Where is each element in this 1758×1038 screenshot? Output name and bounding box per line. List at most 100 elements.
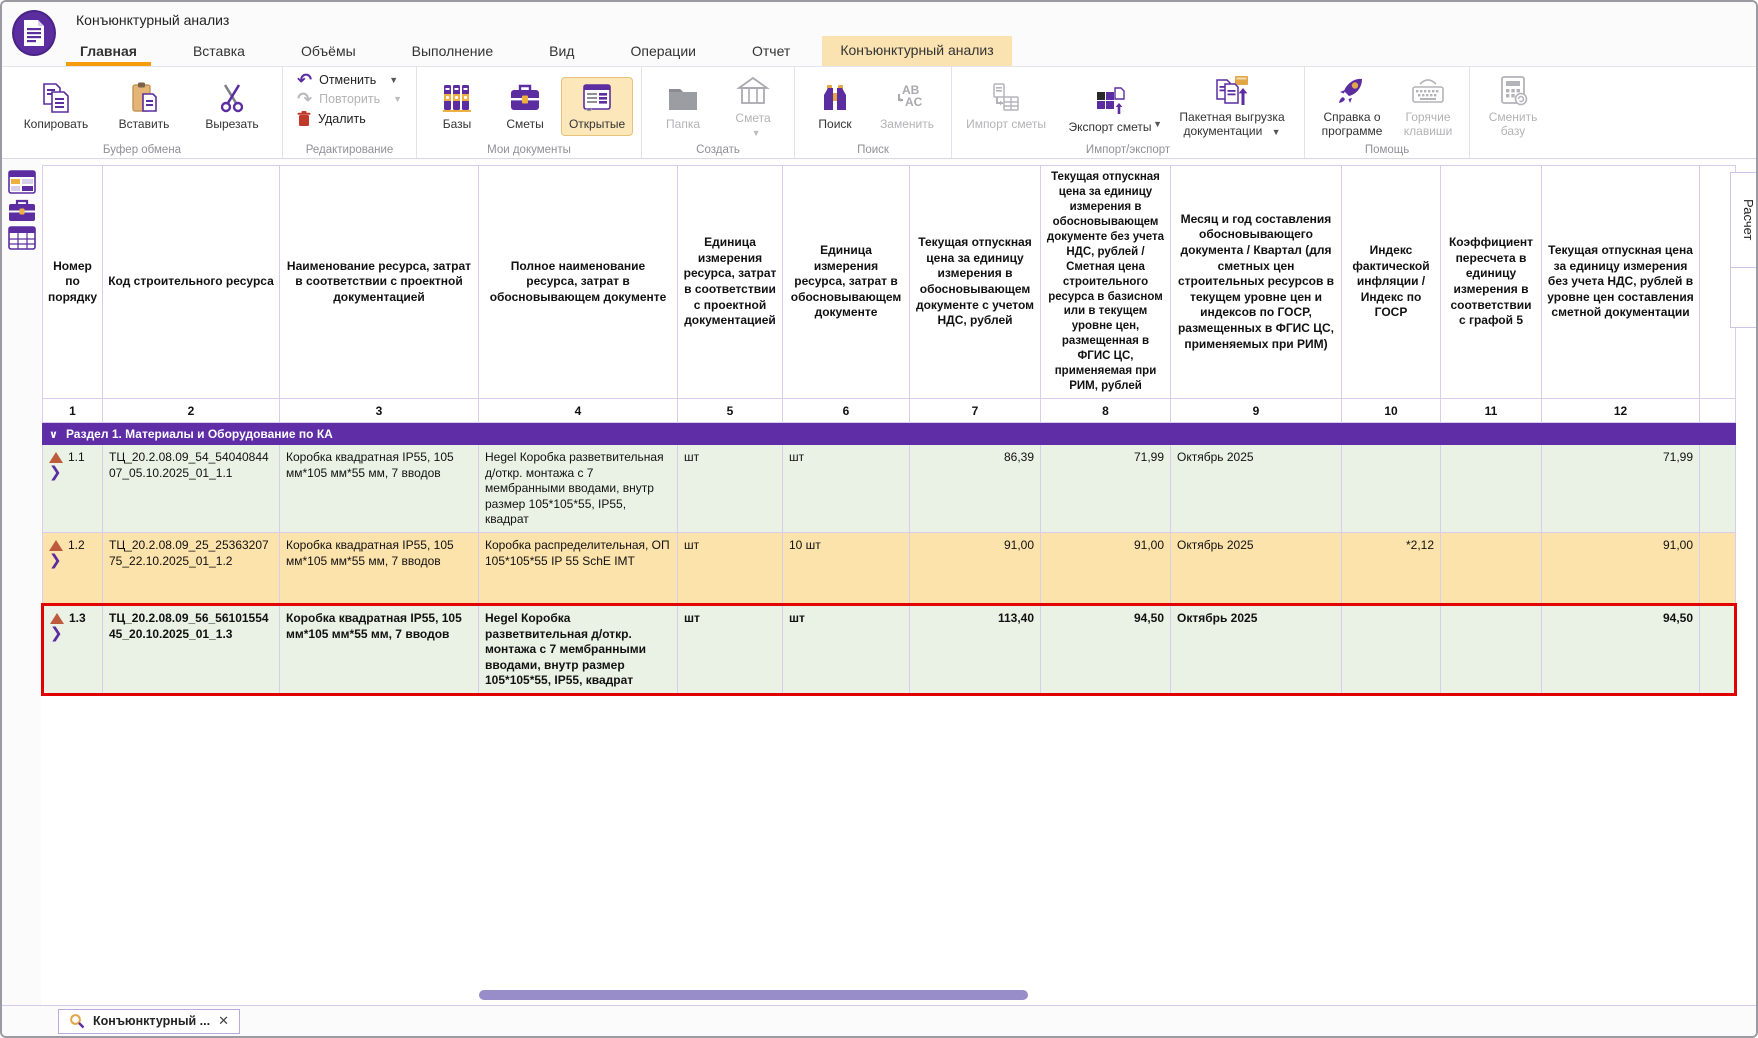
- col-header-7[interactable]: Текущая отпускная цена за единицу измере…: [910, 166, 1041, 399]
- row-expand-icon[interactable]: ❯: [49, 466, 96, 480]
- cell-unit-proj[interactable]: шт: [678, 445, 783, 533]
- cell-unit-doc[interactable]: 10 шт: [783, 533, 910, 605]
- export-estimate-button[interactable]: Экспорт сметы ▼: [1056, 81, 1164, 133]
- opened-button[interactable]: Открытые: [561, 77, 633, 136]
- col-header-3[interactable]: Наименование ресурса, затрат в соответст…: [280, 166, 479, 399]
- col-header-9[interactable]: Месяц и год составления обосновывающего …: [1171, 166, 1342, 399]
- group-create: Папка Смета ▼ Создать: [642, 67, 795, 158]
- table-row-1-2[interactable]: 1.2❯ ТЦ_20.2.08.09_25_2536320775_22.10.2…: [43, 533, 1736, 605]
- col-header-10[interactable]: Индекс фактической инфляции / Индекс по …: [1342, 166, 1441, 399]
- cell-inflation-index[interactable]: [1342, 445, 1441, 533]
- cell-month[interactable]: Октябрь 2025: [1171, 533, 1342, 605]
- group-import-export: Импорт сметы Экспорт сметы ▼: [952, 67, 1305, 158]
- cell-price-no-vat[interactable]: 91,00: [1041, 533, 1171, 605]
- cell-name[interactable]: Коробка квадратная IP55, 105 мм*105 мм*5…: [280, 533, 479, 605]
- opened-documents-icon: [580, 81, 614, 115]
- paste-button[interactable]: Вставить: [102, 78, 186, 135]
- cell-unit-proj[interactable]: шт: [678, 533, 783, 605]
- section-collapse-icon[interactable]: ∨: [49, 429, 58, 441]
- cell-price-level[interactable]: 94,50: [1542, 605, 1700, 695]
- delete-button[interactable]: Удалить: [297, 111, 402, 126]
- table-row-1-1[interactable]: 1.1❯ ТЦ_20.2.08.09_54_5404084407_05.10.2…: [43, 445, 1736, 533]
- cell-price-level[interactable]: 91,00: [1542, 533, 1700, 605]
- cell-name[interactable]: Коробка квадратная IP55, 105 мм*105 мм*5…: [280, 605, 479, 695]
- batch-dropdown-icon[interactable]: ▼: [1272, 127, 1281, 137]
- close-icon[interactable]: ✕: [218, 1013, 229, 1029]
- table-panel-icon[interactable]: [8, 226, 36, 250]
- building-icon: [736, 75, 770, 109]
- row-expand-icon[interactable]: ❯: [49, 554, 96, 568]
- tab-raschet[interactable]: Расчет: [1730, 172, 1756, 268]
- tab-vypolnenie[interactable]: Выполнение: [398, 37, 507, 66]
- batch-upload-button[interactable]: Пакетная выгрузка документации ▼: [1168, 71, 1296, 142]
- bases-button[interactable]: Базы: [425, 78, 489, 135]
- cell-full-name[interactable]: Коробка распределительная, ОП 105*105*55…: [479, 533, 678, 605]
- import-estimate-button[interactable]: Импорт сметы: [960, 78, 1052, 135]
- cell-unit-doc[interactable]: шт: [783, 445, 910, 533]
- row-expand-icon[interactable]: ❯: [50, 627, 96, 641]
- document-tab[interactable]: Конъюнктурный ... ✕: [58, 1009, 240, 1034]
- tab-vid[interactable]: Вид: [535, 37, 588, 66]
- cell-price-no-vat[interactable]: 71,99: [1041, 445, 1171, 533]
- tab-otchet[interactable]: Отчет: [738, 37, 804, 66]
- table-row-1-3-selected[interactable]: 1.3❯ ТЦ_20.2.08.09_56_5610155445_20.10.2…: [43, 605, 1736, 695]
- tab-vstavka[interactable]: Вставка: [179, 37, 259, 66]
- col-header-5[interactable]: Единица измерения ресурса, затрат в соот…: [678, 166, 783, 399]
- cell-full-name[interactable]: Hegel Коробка разветвительная д/откр. мо…: [479, 605, 678, 695]
- col-header-1[interactable]: Номер по порядку: [43, 166, 103, 399]
- undo-dropdown-icon[interactable]: ▼: [389, 75, 398, 85]
- cell-price-with-vat[interactable]: 86,39: [910, 445, 1041, 533]
- col-header-6[interactable]: Единица измерения ресурса, затрат в обос…: [783, 166, 910, 399]
- cut-button[interactable]: Вырезать: [190, 78, 274, 135]
- cell-unit-proj[interactable]: шт: [678, 605, 783, 695]
- section-header-row[interactable]: ∨Раздел 1. Материалы и Оборудование по К…: [43, 423, 1736, 445]
- cell-coefficient[interactable]: [1441, 445, 1542, 533]
- cell-code[interactable]: ТЦ_20.2.08.09_25_2536320775_22.10.2025_0…: [103, 533, 280, 605]
- hotkeys-button[interactable]: Горячие клавиши: [1395, 71, 1461, 142]
- ribbon-tab-strip: Главная Вставка Объёмы Выполнение Вид Оп…: [2, 36, 1756, 66]
- replace-button[interactable]: AB AC Заменить: [871, 78, 943, 135]
- horizontal-scrollbar-thumb[interactable]: [479, 990, 1028, 1000]
- cell-code[interactable]: ТЦ_20.2.08.09_56_5610155445_20.10.2025_0…: [103, 605, 280, 695]
- cell-inflation-index[interactable]: *2,12: [1342, 533, 1441, 605]
- col-header-12[interactable]: Текущая отпускная цена за единицу измере…: [1542, 166, 1700, 399]
- tab-operacii[interactable]: Операции: [616, 37, 710, 66]
- documents-panel-icon[interactable]: [8, 170, 36, 194]
- cell-coefficient[interactable]: [1441, 605, 1542, 695]
- new-estimate-button[interactable]: Смета ▼: [720, 72, 786, 142]
- cell-inflation-index[interactable]: [1342, 605, 1441, 695]
- copy-button[interactable]: Копировать: [14, 78, 98, 135]
- cell-price-level[interactable]: 71,99: [1542, 445, 1700, 533]
- replace-icon: AB AC: [890, 81, 924, 115]
- cell-full-name[interactable]: Hegel Коробка разветвительная д/откр. мо…: [479, 445, 678, 533]
- cell-month[interactable]: Октябрь 2025: [1171, 605, 1342, 695]
- tab-konyunkturny-analiz[interactable]: Конъюнктурный анализ: [822, 36, 1011, 66]
- cell-price-with-vat[interactable]: 91,00: [910, 533, 1041, 605]
- redo-button[interactable]: ↷ Повторить ▼: [297, 92, 402, 106]
- cell-price-with-vat[interactable]: 113,40: [910, 605, 1041, 695]
- cell-name[interactable]: Коробка квадратная IP55, 105 мм*105 мм*5…: [280, 445, 479, 533]
- folder-button[interactable]: Папка: [650, 78, 716, 135]
- tab-glavnaya[interactable]: Главная: [66, 37, 151, 66]
- row-number: 1.1: [68, 450, 85, 466]
- search-button[interactable]: Поиск: [803, 78, 867, 135]
- estimates-panel-icon[interactable]: [8, 198, 36, 222]
- undo-button[interactable]: ↶ Отменить ▼: [297, 73, 402, 87]
- cell-coefficient[interactable]: [1441, 533, 1542, 605]
- search-icon: [69, 1013, 85, 1029]
- cell-price-no-vat[interactable]: 94,50: [1041, 605, 1171, 695]
- cell-code[interactable]: ТЦ_20.2.08.09_54_5404084407_05.10.2025_0…: [103, 445, 280, 533]
- export-dropdown-icon[interactable]: ▼: [1153, 119, 1162, 129]
- paste-icon: [127, 81, 161, 115]
- estimates-button[interactable]: Сметы: [493, 78, 557, 135]
- col-header-8[interactable]: Текущая отпускная цена за единицу измере…: [1041, 166, 1171, 399]
- col-header-11[interactable]: Коэффициент пересчета в единицу измерени…: [1441, 166, 1542, 399]
- col-header-4[interactable]: Полное наименование ресурса, затрат в об…: [479, 166, 678, 399]
- cell-month[interactable]: Октябрь 2025: [1171, 445, 1342, 533]
- horizontal-scrollbar[interactable]: [41, 989, 1734, 1001]
- col-header-2[interactable]: Код строительного ресурса: [103, 166, 280, 399]
- tab-obyomy[interactable]: Объёмы: [287, 37, 370, 66]
- cell-unit-doc[interactable]: шт: [783, 605, 910, 695]
- change-db-button[interactable]: Сменить базу: [1478, 71, 1548, 142]
- about-button[interactable]: Справка о программе: [1313, 71, 1391, 142]
